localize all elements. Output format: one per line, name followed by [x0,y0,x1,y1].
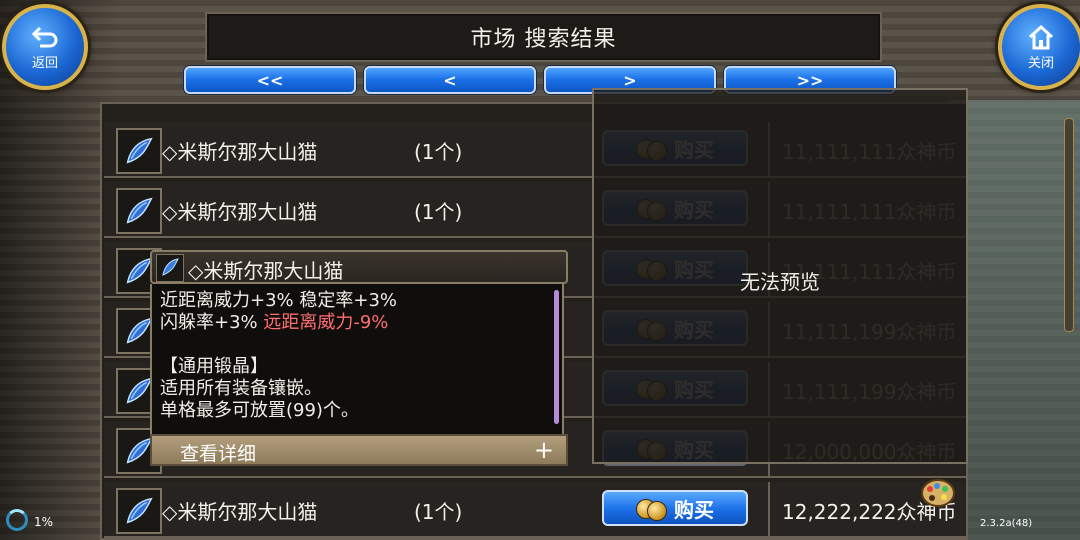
tooltip-scrollbar[interactable] [554,290,559,424]
item-category: 【通用锻晶】 [160,356,268,377]
page-title: 市场 搜索结果 [470,27,617,52]
item-quantity: (1个) [414,140,463,164]
coin-icon [636,496,667,521]
column-divider [768,482,770,536]
stat-line-1: 近距离威力+3% 稳定率+3% [160,290,397,311]
close-label: 关闭 [1027,55,1054,71]
crystal-icon [116,188,162,234]
back-button[interactable]: 返回 [2,4,88,90]
stat-line-2: 闪躲率+3% 远距离威力-9% [160,312,562,334]
item-quantity: (1个) [414,500,463,524]
buy-label: 购买 [674,497,714,522]
crystal-icon [156,254,184,282]
prev-page-button[interactable]: < [364,66,536,94]
tooltip-item-name: ◇米斯尔那大山猫 [188,259,344,283]
preview-unavailable-text: 无法预览 [740,270,820,294]
back-arrow-icon [31,26,58,47]
close-button[interactable]: 关闭 [998,4,1080,90]
plus-icon: + [533,436,554,464]
stat-negative: 远距离威力-9% [263,312,389,333]
stat-positive: 闪躲率+3% [160,312,264,333]
load-percent: 1% [34,515,54,529]
list-scrollbar[interactable] [1064,118,1074,332]
item-quantity: (1个) [414,200,463,224]
item-name: ◇米斯尔那大山猫 [162,140,318,164]
view-details-button[interactable]: 查看详细 + [150,434,568,466]
version-label: 2.3.2a(48) [980,518,1033,529]
crystal-icon [116,488,162,534]
crystal-icon [116,128,162,174]
back-label: 返回 [31,55,58,71]
item-name: ◇米斯尔那大山猫 [162,500,318,524]
palette-icon[interactable] [920,478,956,508]
scene-building [950,100,1080,540]
home-icon [1028,24,1054,49]
item-name: ◇米斯尔那大山猫 [162,200,318,224]
title-bar: 市场 搜索结果 [205,12,882,62]
tooltip-body: 近距离威力+3% 稳定率+3% 闪躲率+3% 远距离威力-9% 【通用锻晶】 适… [150,284,564,434]
item-tooltip: ◇米斯尔那大山猫 近距离威力+3% 稳定率+3% 闪躲率+3% 远距离威力-9%… [150,250,572,468]
item-desc-2: 单格最多可放置(99)个。 [160,400,359,421]
view-details-label: 查看详细 [180,443,257,465]
item-desc-1: 适用所有装备镶嵌。 [160,378,322,399]
preview-panel: 无法预览 [592,88,968,464]
first-page-button[interactable]: << [184,66,356,94]
market-row[interactable]: ◇米斯尔那大山猫 (1个) 购买 12,222,222众神币 [104,482,966,538]
buy-button[interactable]: 购买 [602,490,748,526]
tooltip-header: ◇米斯尔那大山猫 [150,250,568,284]
loading-spinner-icon [6,509,28,531]
